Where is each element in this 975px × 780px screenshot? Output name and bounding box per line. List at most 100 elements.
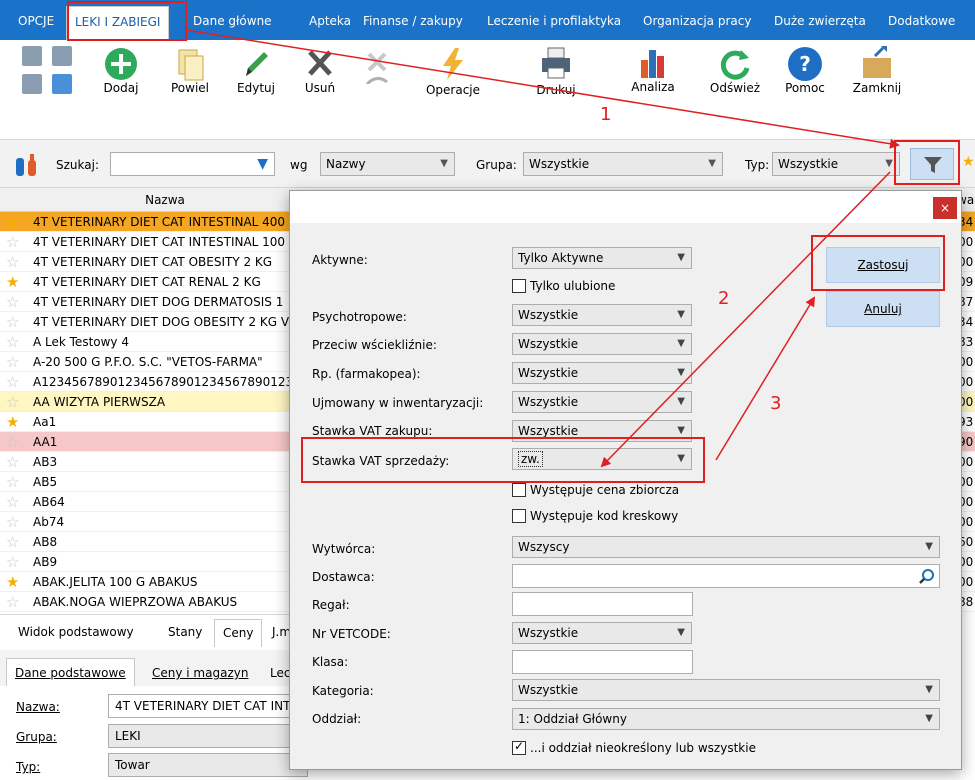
branch-label: Oddział: <box>312 712 362 726</box>
star-outline-icon[interactable]: ☆ <box>6 492 24 512</box>
manufacturer-select[interactable]: Wszyscy ▼ <box>512 536 940 558</box>
chevron-down-icon: ▼ <box>677 396 685 407</box>
menu-tab-leczenie[interactable]: Leczenie i profilaktyka <box>487 8 621 34</box>
analysis-button[interactable]: Analiza <box>626 40 680 140</box>
shelf-input[interactable] <box>512 592 693 616</box>
add-button[interactable]: Dodaj <box>96 40 146 140</box>
star-outline-icon[interactable]: ☆ <box>6 432 24 452</box>
star-outline-icon[interactable]: ☆ <box>6 252 24 272</box>
add-icon <box>105 48 137 80</box>
star-outline-icon[interactable]: ☆ <box>6 372 24 392</box>
annotation-box-menu <box>67 1 187 41</box>
details-form: Nazwa: 4T VETERINARY DIET CAT INT Grupa:… <box>0 686 308 780</box>
favorites-only-checkbox[interactable]: Tylko ulubione <box>512 279 615 293</box>
tab-prices[interactable]: Ceny <box>214 619 263 647</box>
bulk-price-checkbox[interactable]: Występuje cena zbiorcza <box>512 483 679 497</box>
purchase-vat-label: Stawka VAT zakupu: <box>312 424 433 438</box>
column-header-name[interactable]: Nazwa <box>30 193 300 207</box>
annotation-box-apply <box>811 235 945 291</box>
branch-unspecified-checkbox[interactable]: ...i oddział nieokreślony lub wszystkie <box>512 739 756 755</box>
print-button[interactable]: Drukuj <box>526 40 586 140</box>
star-outline-icon[interactable]: ☆ <box>6 512 24 532</box>
active-label: Aktywne: <box>312 253 368 267</box>
active-select[interactable]: Tylko Aktywne ▼ <box>512 247 692 269</box>
filter-funnel-icon[interactable]: ▼ <box>257 153 268 175</box>
supplier-input[interactable] <box>512 564 940 588</box>
rabies-select[interactable]: Wszystkie ▼ <box>512 333 692 355</box>
magnifier-icon[interactable] <box>919 568 935 584</box>
star-outline-icon[interactable]: ☆ <box>6 392 24 412</box>
search-by-select[interactable]: Nazwy ▼ <box>320 152 455 176</box>
annotation-number-2: 2 <box>718 288 730 309</box>
category-select[interactable]: Wszystkie ▼ <box>512 679 940 701</box>
star-outline-icon[interactable]: ☆ <box>6 592 24 612</box>
star-outline-icon[interactable]: ☆ <box>6 312 24 332</box>
favorite-star-icon[interactable]: ★ <box>6 412 24 432</box>
menu-tab-finanse[interactable]: Finanse / zakupy <box>363 8 463 34</box>
printer-icon <box>542 47 570 79</box>
psychotropic-select[interactable]: Wszystkie ▼ <box>512 304 692 326</box>
favorite-star-icon[interactable]: ★ <box>6 272 24 292</box>
dialog-close-button[interactable]: × <box>933 197 957 219</box>
operations-button[interactable]: Operacje <box>418 40 488 140</box>
row-name: A123456789012345678901234567890123 <box>33 375 293 389</box>
branch-select[interactable]: 1: Oddział Główny ▼ <box>512 708 940 730</box>
inventory-select[interactable]: Wszystkie ▼ <box>512 391 692 413</box>
menu-tab-dodatkowe[interactable]: Dodatkowe <box>888 8 955 34</box>
star-outline-icon[interactable]: ☆ <box>6 452 24 472</box>
type-label: Typ: <box>745 158 770 172</box>
menu-tab-opcje[interactable]: OPCJE <box>18 8 54 34</box>
barcode-checkbox[interactable]: Występuje kod kreskowy <box>512 509 678 523</box>
favorite-star-icon[interactable]: ★ <box>6 572 24 592</box>
delete-button[interactable]: Usuń <box>296 40 344 140</box>
menu-tab-dane[interactable]: Dane główne <box>193 8 272 34</box>
refresh-button[interactable]: Odśwież <box>704 40 766 140</box>
name-field[interactable]: 4T VETERINARY DIET CAT INT <box>108 694 308 718</box>
star-outline-icon[interactable]: ☆ <box>6 332 24 352</box>
star-outline-icon[interactable]: ☆ <box>6 472 24 492</box>
cancel-button[interactable]: Anuluj <box>826 291 940 327</box>
row-name: Aa1 <box>33 415 57 429</box>
refresh-icon <box>720 50 750 80</box>
tab-basic-view[interactable]: Widok podstawowy <box>18 625 134 639</box>
star-outline-icon[interactable]: ☆ <box>6 552 24 572</box>
tab-stock[interactable]: Stany <box>168 625 202 639</box>
favorite-star-icon[interactable]: ★ <box>6 212 24 232</box>
edit-button[interactable]: Edytuj <box>230 40 282 140</box>
menu-tab-apteka[interactable]: Apteka <box>309 8 351 34</box>
first-record-button[interactable] <box>22 46 42 66</box>
prev-record-button[interactable] <box>22 74 42 94</box>
star-outline-icon[interactable]: ☆ <box>6 532 24 552</box>
chevron-down-icon: ▼ <box>677 309 685 320</box>
duplicate-button[interactable]: Powiel <box>164 40 216 140</box>
undo-button[interactable] <box>357 40 397 140</box>
tab-prices-stock[interactable]: Ceny i magazyn <box>152 666 248 680</box>
search-input[interactable]: ▼ <box>110 152 275 176</box>
class-input[interactable] <box>512 650 693 674</box>
star-outline-icon[interactable]: ☆ <box>6 292 24 312</box>
tab-basic-data[interactable]: Dane podstawowe <box>6 658 135 686</box>
menu-tab-duze[interactable]: Duże zwierzęta <box>774 8 866 34</box>
class-label: Klasa: <box>312 655 349 669</box>
search-label: Szukaj: <box>56 158 99 172</box>
help-button[interactable]: ? Pomoc <box>779 40 831 140</box>
row-name: AB64 <box>33 495 65 509</box>
favorite-filter-icon[interactable]: ★ <box>962 154 975 174</box>
type-field[interactable]: Towar <box>108 753 308 777</box>
rx-select[interactable]: Wszystkie ▼ <box>512 362 692 384</box>
vetcode-select[interactable]: Wszystkie ▼ <box>512 622 692 644</box>
menu-tab-organizacja[interactable]: Organizacja pracy <box>643 8 751 34</box>
close-button[interactable]: Zamknij <box>846 40 908 140</box>
star-outline-icon[interactable]: ☆ <box>6 232 24 252</box>
next-record-button[interactable] <box>52 74 72 94</box>
shelf-label: Regał: <box>312 598 350 612</box>
prev-page-button[interactable] <box>52 46 72 66</box>
row-name: 4T VETERINARY DIET CAT OBESITY 2 KG <box>33 255 273 269</box>
row-name: 4T VETERINARY DIET DOG DERMATOSIS 1 <box>33 295 284 309</box>
row-name: ABAK.JELITA 100 G ABAKUS <box>33 575 198 589</box>
group-select[interactable]: Wszystkie ▼ <box>523 152 723 176</box>
star-outline-icon[interactable]: ☆ <box>6 352 24 372</box>
group-field[interactable]: LEKI <box>108 724 308 748</box>
type-select[interactable]: Wszystkie ▼ <box>772 152 900 176</box>
tab-treatment[interactable]: Lec <box>270 666 290 680</box>
